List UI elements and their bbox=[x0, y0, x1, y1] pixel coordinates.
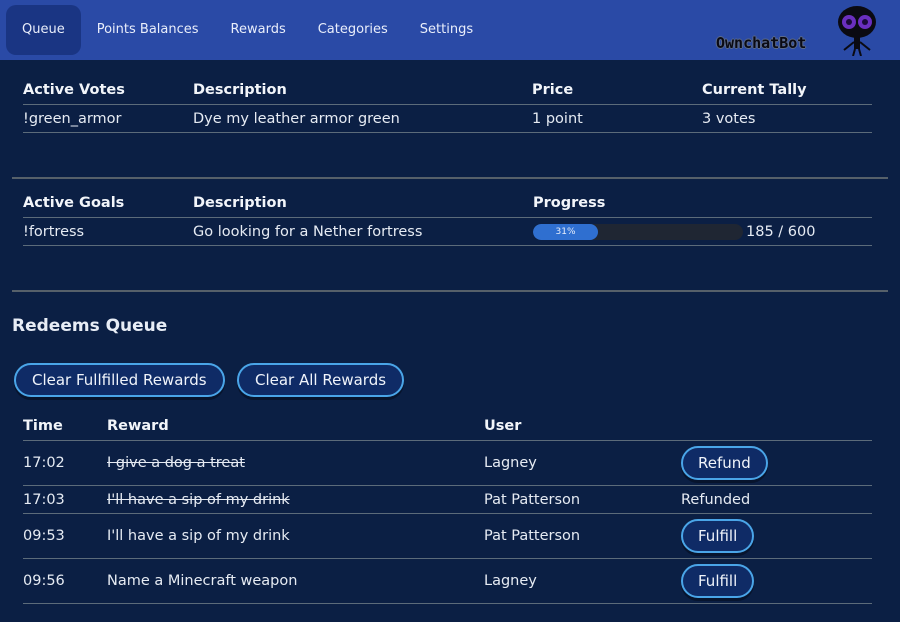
header-user: User bbox=[484, 418, 522, 434]
header-description: Description bbox=[193, 195, 287, 211]
vote-description: Dye my leather armor green bbox=[193, 104, 532, 133]
header-current-tally: Current Tally bbox=[702, 82, 807, 98]
redeem-reward: I give a dog a treat bbox=[107, 440, 484, 486]
section-divider bbox=[12, 290, 888, 292]
goal-name: !fortress bbox=[23, 217, 193, 246]
header-description: Description bbox=[193, 82, 287, 98]
goal-progress: 31% 185 / 600 bbox=[533, 217, 872, 246]
table-row: 09:56 Name a Minecraft weapon Lagney Ful… bbox=[23, 558, 872, 604]
top-nav-bar: Queue Points Balances Rewards Categories… bbox=[0, 0, 900, 60]
active-votes-table: Active Votes Description Price Current T… bbox=[23, 76, 872, 133]
redeem-user: Pat Patterson bbox=[484, 513, 681, 559]
redeem-status: Refunded bbox=[681, 485, 872, 514]
table-row: 09:53 I'll have a sip of my drink Pat Pa… bbox=[23, 513, 872, 559]
redeem-user: Lagney bbox=[484, 440, 681, 486]
tab-queue[interactable]: Queue bbox=[6, 5, 81, 55]
redeem-user: Pat Patterson bbox=[484, 485, 681, 514]
tab-settings[interactable]: Settings bbox=[404, 5, 489, 55]
header-progress: Progress bbox=[533, 195, 606, 211]
redeems-table: Time Reward User 17:02 I give a dog a tr… bbox=[23, 412, 872, 604]
tab-categories[interactable]: Categories bbox=[302, 5, 404, 55]
redeem-reward: I'll have a sip of my drink bbox=[107, 513, 484, 559]
table-row: 17:02 I give a dog a treat Lagney Refund bbox=[23, 440, 872, 486]
header-action bbox=[681, 412, 872, 441]
fulfill-button[interactable]: Fulfill bbox=[681, 564, 755, 598]
progress-bar: 31% bbox=[533, 223, 743, 240]
table-row: !fortress Go looking for a Nether fortre… bbox=[23, 217, 872, 246]
logo: OwnchatBot bbox=[714, 4, 880, 56]
header-price: Price bbox=[532, 82, 574, 98]
tab-rewards[interactable]: Rewards bbox=[215, 5, 302, 55]
section-divider bbox=[12, 177, 888, 179]
active-goals-table: Active Goals Description Progress !fortr… bbox=[23, 189, 872, 246]
tab-points-balances[interactable]: Points Balances bbox=[81, 5, 215, 55]
redeem-time: 17:02 bbox=[23, 440, 107, 486]
refund-button[interactable]: Refund bbox=[681, 446, 768, 480]
redeem-reward: Name a Minecraft weapon bbox=[107, 558, 484, 604]
table-row: 17:03 I'll have a sip of my drink Pat Pa… bbox=[23, 485, 872, 514]
header-time: Time bbox=[23, 418, 63, 434]
redeem-time: 09:53 bbox=[23, 513, 107, 559]
table-header: Time Reward User bbox=[23, 412, 872, 441]
redeem-time: 17:03 bbox=[23, 485, 107, 514]
vote-name: !green_armor bbox=[23, 104, 193, 133]
fulfill-button[interactable]: Fulfill bbox=[681, 519, 755, 553]
table-row: !green_armor Dye my leather armor green … bbox=[23, 104, 872, 133]
clear-all-rewards-button[interactable]: Clear All Rewards bbox=[237, 363, 405, 397]
redeem-reward: I'll have a sip of my drink bbox=[107, 485, 484, 514]
header-reward: Reward bbox=[107, 418, 169, 434]
nav-tabs: Queue Points Balances Rewards Categories… bbox=[6, 5, 489, 55]
header-active-votes: Active Votes bbox=[23, 82, 125, 98]
progress-fill: 31% bbox=[533, 223, 599, 240]
progress-count: 185 / 600 bbox=[746, 223, 816, 240]
robot-mascot-icon bbox=[838, 6, 876, 56]
clear-fulfilled-rewards-button[interactable]: Clear Fullfilled Rewards bbox=[14, 363, 225, 397]
table-header: Active Goals Description Progress bbox=[23, 189, 872, 218]
redeem-user: Lagney bbox=[484, 558, 681, 604]
redeems-queue-title: Redeems Queue bbox=[12, 316, 168, 336]
logo-text: OwnchatBot bbox=[716, 34, 807, 52]
header-active-goals: Active Goals bbox=[23, 195, 125, 211]
goal-description: Go looking for a Nether fortress bbox=[193, 217, 533, 246]
table-header: Active Votes Description Price Current T… bbox=[23, 76, 872, 105]
redeem-time: 09:56 bbox=[23, 558, 107, 604]
vote-price: 1 point bbox=[532, 104, 702, 133]
vote-tally: 3 votes bbox=[702, 104, 872, 133]
